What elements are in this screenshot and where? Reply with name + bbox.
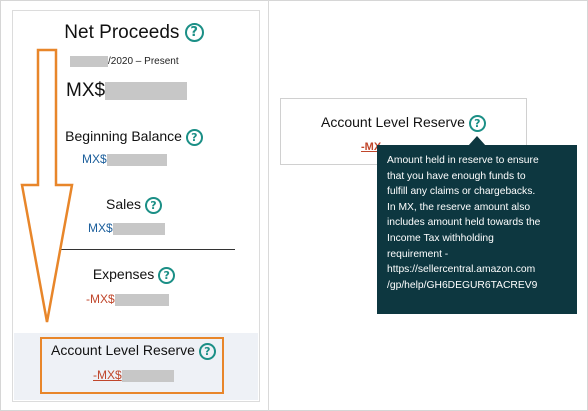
tooltip-line: that you have enough funds to <box>387 170 526 182</box>
tooltip-link[interactable]: /gp/help/GH6DEGUR6TACREV9 <box>387 278 571 294</box>
tooltip-line: Income Tax withholding <box>387 232 494 244</box>
tooltip-link[interactable]: https://sellercentral.amazon.com <box>387 262 571 278</box>
reserve-tooltip: Amount held in reserve to ensure that yo… <box>377 145 577 314</box>
down-arrow-icon <box>20 48 74 323</box>
tooltip-line: fulfill any claims or chargebacks. <box>387 186 536 198</box>
tooltip-line: In MX, the reserve amount also <box>387 201 531 213</box>
panel-divider <box>268 0 269 411</box>
reserve-detail-heading: Account Level Reserve ? <box>321 114 486 132</box>
down-arrow-annotation <box>20 48 74 323</box>
tooltip-line: includes amount held towards the <box>387 217 541 229</box>
summary-panel: Net Proceeds ? /2020 – Present MX$ Begin… <box>0 0 268 411</box>
reserve-detail-title: Account Level Reserve <box>321 114 465 130</box>
tooltip-line: Amount held in reserve to ensure <box>387 155 539 166</box>
help-circle-icon[interactable]: ? <box>468 114 486 132</box>
tooltip-line: requirement - <box>387 248 449 260</box>
